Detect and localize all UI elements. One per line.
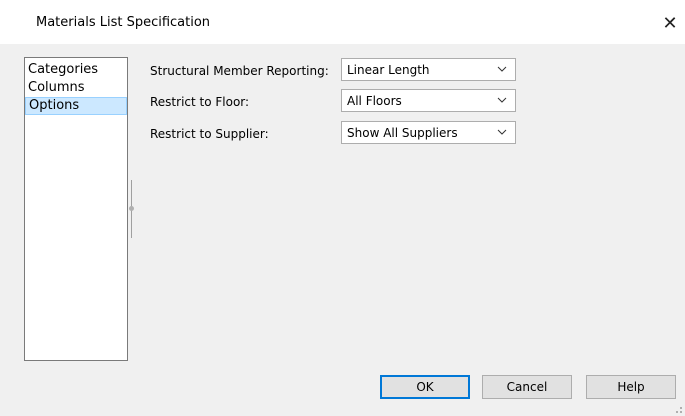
restrict-to-floor-dropdown[interactable]: All Floors [341,89,516,112]
close-icon[interactable]: ✕ [655,8,685,38]
cancel-button[interactable]: Cancel [482,375,572,399]
chevron-down-icon [497,97,507,103]
structural-member-reporting-label: Structural Member Reporting: [150,64,329,78]
restrict-to-supplier-dropdown[interactable]: Show All Suppliers [341,121,516,144]
ok-button[interactable]: OK [380,375,470,399]
splitter-grip [129,206,134,211]
restrict-to-floor-value: All Floors [347,94,402,108]
nav-item-options[interactable]: Options [25,97,127,115]
nav-item-columns[interactable]: Columns [25,79,127,97]
nav-item-categories[interactable]: Categories [25,61,127,79]
restrict-to-floor-label: Restrict to Floor: [150,95,250,109]
resize-grip-icon[interactable] [673,404,683,414]
restrict-to-supplier-label: Restrict to Supplier: [150,127,269,141]
category-list[interactable]: Categories Columns Options [24,57,128,361]
window-title: Materials List Specification [36,15,211,30]
chevron-down-icon [497,66,507,72]
title-bar: Materials List Specification ✕ [0,0,685,44]
help-button[interactable]: Help [586,375,676,399]
chevron-down-icon [497,129,507,135]
pane-splitter[interactable] [129,180,135,238]
structural-member-reporting-dropdown[interactable]: Linear Length [341,58,516,81]
restrict-to-supplier-value: Show All Suppliers [347,126,458,140]
structural-member-reporting-value: Linear Length [347,63,430,77]
